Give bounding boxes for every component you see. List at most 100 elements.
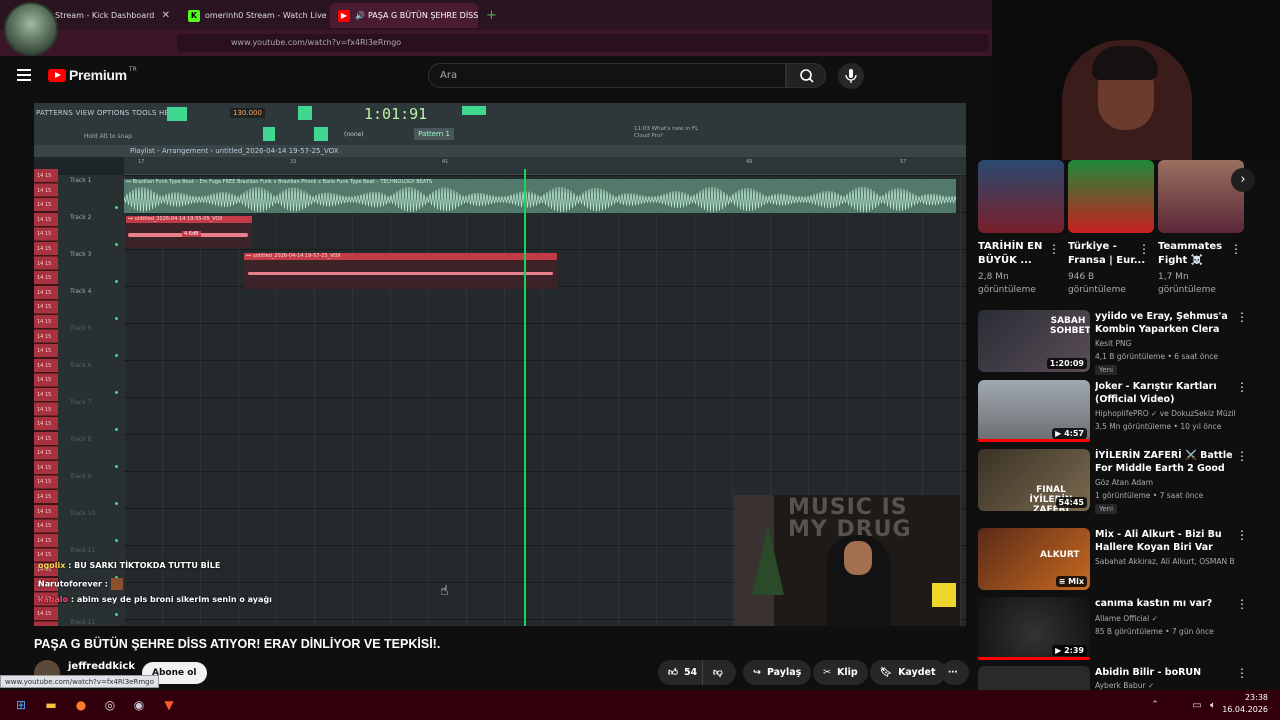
youtube-icon bbox=[48, 68, 66, 82]
channel-name[interactable]: HiphoplifePRO ✓ ve DokuzSekiz Müzik... bbox=[1095, 409, 1235, 418]
piano-key-label: 14 15 bbox=[37, 318, 52, 325]
channel-name[interactable]: Allame Official ✓ bbox=[1095, 614, 1235, 623]
playlist-title: Playlist - Arrangement › untitled_2026-0… bbox=[130, 147, 339, 155]
piano-key-label: 14 15 bbox=[37, 275, 52, 282]
shelf-next-button[interactable]: › bbox=[1231, 168, 1255, 192]
more-actions-button[interactable]: ⋯ bbox=[941, 660, 969, 685]
video-duration: ▶ 2:39 bbox=[1052, 645, 1087, 656]
piano-key-label: 14 15 bbox=[37, 333, 52, 340]
menu-icon[interactable] bbox=[17, 69, 31, 81]
ruler-tick: 41 bbox=[442, 159, 449, 165]
more-options-icon[interactable]: ⋮ bbox=[1048, 242, 1060, 256]
file-explorer-icon[interactable]: ▬ bbox=[42, 696, 60, 714]
video-thumbnail[interactable] bbox=[978, 666, 1090, 690]
piano-key-label: 14 15 bbox=[37, 435, 52, 442]
search-input[interactable]: Ara bbox=[428, 63, 786, 88]
streamer-face bbox=[844, 541, 872, 575]
more-options-icon[interactable]: ⋮ bbox=[1236, 380, 1248, 394]
chat-text: : BU SARKI TİKTOKDA TUTTU BİLE bbox=[68, 561, 221, 570]
watch-progress bbox=[978, 657, 1090, 660]
search-button[interactable] bbox=[786, 63, 826, 88]
close-icon[interactable]: ✕ bbox=[156, 10, 170, 21]
short-title[interactable]: TARİHİN EN BÜYÜK ... bbox=[978, 240, 1058, 268]
short-title[interactable]: Teammates Fight ☠️ bbox=[1158, 240, 1238, 268]
track-headers: Track 1 Track 2 Track 3 Track 4 Track 5 … bbox=[58, 175, 124, 626]
brave-icon[interactable]: ▼ bbox=[160, 696, 178, 714]
video-thumbnail[interactable]: ▶ 4:57 bbox=[978, 380, 1090, 442]
system-clock[interactable]: 23:38 16.04.2026 bbox=[1220, 692, 1268, 716]
video-thumbnail[interactable]: ALKURT ≡ Mix bbox=[978, 528, 1090, 590]
youtube-premium-logo[interactable]: Premium TR bbox=[48, 66, 137, 83]
more-options-icon[interactable]: ⋮ bbox=[1236, 528, 1248, 542]
recommended-video[interactable]: FINAL İYİLERİN ZAFERİ 54:45 İYİLERİN ZAFE… bbox=[978, 449, 1248, 514]
piano-key-label: 14 15 bbox=[37, 406, 52, 413]
video-thumbnail[interactable]: ▶ 2:39 bbox=[978, 597, 1090, 659]
track-label: Track 9 bbox=[70, 473, 92, 480]
piano-key-label: 14 15 bbox=[37, 304, 52, 311]
chat-user: ogolix bbox=[38, 561, 66, 570]
channel-name[interactable]: Sabahat Akkiraz, Ali Alkurt, OSMAN BER..… bbox=[1095, 557, 1235, 566]
tab-youtube-video[interactable]: ▶ 🔊 PAŞA G BÜTÜN ŞEHRE DİSS ✕ bbox=[330, 3, 478, 28]
channel-name[interactable]: jeffreddkick bbox=[68, 661, 135, 672]
video-title[interactable]: yyiido ve Eray, Şehmus'a Kombin Yaparken… bbox=[1095, 310, 1235, 337]
like-button[interactable]: 👍︎ 54 bbox=[658, 660, 702, 685]
more-options-icon[interactable]: ⋮ bbox=[1236, 666, 1248, 680]
video-player[interactable]: PATTERNS VIEW OPTIONS TOOLS HELP 130.000… bbox=[34, 103, 966, 626]
chat-user: kabalo bbox=[38, 595, 69, 604]
share-button[interactable]: ↪ Paylaş bbox=[743, 660, 812, 685]
piano-key-label: 14 15 bbox=[37, 523, 52, 530]
short-views: 1,7 Mn görüntüleme bbox=[1158, 272, 1216, 295]
recommended-video[interactable]: SABAH SOHBETİ 1:20:09 yyiido ve Eray, Şe… bbox=[978, 310, 1248, 375]
recommended-video[interactable]: Abidin Bilir - boRUN Ayberk Babur ✓ ⋮ bbox=[978, 666, 1248, 690]
short-thumbnail[interactable] bbox=[1158, 160, 1244, 233]
clock-date: 16.04.2026 bbox=[1222, 705, 1268, 714]
scissors-icon: ✂ bbox=[823, 667, 831, 678]
short-title[interactable]: Türkiye - Fransa | Eur... bbox=[1068, 240, 1148, 268]
more-options-icon[interactable]: ⋮ bbox=[1236, 449, 1248, 463]
channel-name[interactable]: Göz Atan Adam bbox=[1095, 478, 1235, 487]
track-led bbox=[115, 465, 118, 468]
url-input[interactable]: www.youtube.com/watch?v=fx4Rl3eRmgo bbox=[177, 34, 989, 52]
video-title[interactable]: Abidin Bilir - boRUN bbox=[1095, 666, 1235, 679]
more-options-icon[interactable]: ⋮ bbox=[1236, 310, 1248, 324]
tray-chevron-icon[interactable]: ⌃ bbox=[1146, 696, 1164, 714]
audio-clip-vox-1: ⊶ untitled_2026-04-14 19-55-05_VOX 4.6dB bbox=[126, 216, 252, 248]
piano-key-label: 14 15 bbox=[37, 391, 52, 398]
save-button[interactable]: 🔖︎ Kaydet bbox=[870, 660, 946, 685]
more-horizontal-icon: ⋯ bbox=[948, 667, 958, 678]
clip-label: ⊶ untitled_2026-04-14 19-55-05_VOX bbox=[128, 216, 223, 222]
tab-label: PAŞA G BÜTÜN ŞEHRE DİSS bbox=[367, 11, 478, 20]
clip-button[interactable]: ✂ Klip bbox=[813, 660, 868, 685]
channel-name[interactable]: Ayberk Babur ✓ bbox=[1095, 681, 1235, 690]
video-title[interactable]: İYİLERİN ZAFERİ ⚔️ Battle For Middle Ear… bbox=[1095, 449, 1235, 476]
firefox-icon[interactable]: ● bbox=[72, 696, 90, 714]
channel-name[interactable]: Kesit PNG bbox=[1095, 339, 1235, 348]
recommended-mix[interactable]: ALKURT ≡ Mix Mix - Ali Alkurt - Bizi Bu … bbox=[978, 528, 1248, 590]
new-tab-icon[interactable]: + bbox=[486, 8, 497, 23]
piano-key-label: 14 15 bbox=[37, 508, 52, 515]
dislike-button[interactable]: 👎︎ bbox=[702, 660, 736, 685]
video-thumbnail[interactable]: SABAH SOHBETİ 1:20:09 bbox=[978, 310, 1090, 372]
more-options-icon[interactable]: ⋮ bbox=[1230, 242, 1242, 256]
video-title[interactable]: Mix - Ali Alkurt - Bizi Bu Hallere Koyan… bbox=[1095, 528, 1235, 554]
short-thumbnail[interactable] bbox=[978, 160, 1064, 233]
voice-search-button[interactable] bbox=[838, 63, 864, 89]
video-title[interactable]: Joker - Karıştır Kartları (Official Vide… bbox=[1095, 380, 1235, 406]
ruler-tick: 33 bbox=[290, 159, 297, 165]
recommended-video[interactable]: ▶ 2:39 canıma kastın mı var? Allame Offi… bbox=[978, 597, 1248, 659]
share-label: Paylaş bbox=[766, 667, 802, 678]
piano-key-label: 14 15 bbox=[37, 245, 52, 252]
windows-start-icon[interactable]: ⊞ bbox=[12, 696, 30, 714]
recommended-video[interactable]: ▶ 4:57 Joker - Karıştır Kartları (Offici… bbox=[978, 380, 1248, 442]
more-options-icon[interactable]: ⋮ bbox=[1236, 597, 1248, 611]
steam-icon[interactable]: ◉ bbox=[130, 696, 148, 714]
more-options-icon[interactable]: ⋮ bbox=[1138, 242, 1150, 256]
video-title[interactable]: canıma kastın mı var? bbox=[1095, 597, 1235, 610]
tab-kick-stream[interactable]: K omerinh0 Stream - Watch Live o ✕ bbox=[180, 3, 328, 28]
clock-time: 23:38 bbox=[1244, 693, 1268, 702]
obs-icon[interactable]: ◎ bbox=[101, 696, 119, 714]
fl-tool-button bbox=[314, 127, 328, 141]
video-thumbnail[interactable]: FINAL İYİLERİN ZAFERİ 54:45 bbox=[978, 449, 1090, 511]
save-label: Kaydet bbox=[898, 667, 936, 678]
short-thumbnail[interactable] bbox=[1068, 160, 1154, 233]
